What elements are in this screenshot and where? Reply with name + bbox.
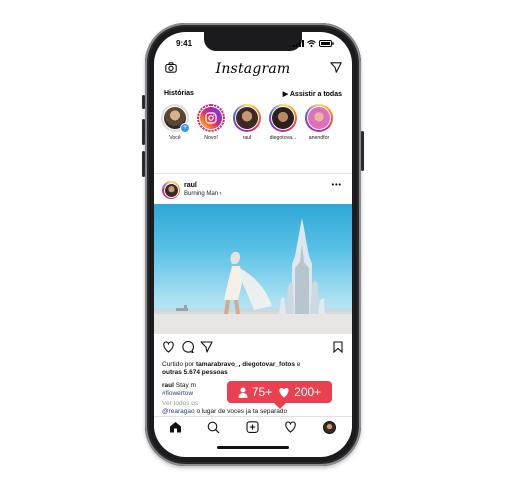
divider: [154, 173, 352, 174]
view-comments-link[interactable]: Ver todos os: [162, 400, 198, 407]
story-anendfor[interactable]: anendfor: [304, 104, 334, 141]
mute-switch: [142, 95, 145, 109]
post-username[interactable]: raul: [184, 182, 197, 189]
story-own[interactable]: + Você: [160, 104, 190, 141]
likes-line: Curtido por tamarabravo_, diegotovar_fot…: [162, 361, 344, 377]
comment-icon[interactable]: [181, 341, 194, 353]
caption-hashtag[interactable]: #flowertow: [162, 390, 193, 397]
wifi-icon: [307, 40, 316, 47]
story-label: diegotova...: [269, 135, 297, 141]
watch-all-link[interactable]: ▶ Assistir a todas: [283, 90, 342, 98]
story-label: raul: [242, 135, 252, 141]
bookmark-icon[interactable]: [333, 341, 343, 353]
more-options-icon[interactable]: •••: [332, 182, 342, 189]
story-instagram[interactable]: Novo!: [196, 104, 226, 141]
burning-man-photo: [154, 218, 352, 334]
home-indicator: [217, 446, 289, 449]
liked-by-prefix: Curtido por: [162, 361, 195, 368]
story-raul[interactable]: raul: [232, 104, 262, 141]
status-time: 9:41: [176, 39, 193, 48]
comment-mention[interactable]: @rearagao: [162, 408, 195, 415]
like-heart-icon[interactable]: [162, 341, 175, 353]
status-bar: 9:41: [154, 32, 352, 54]
power-button: [361, 131, 364, 171]
post-photo[interactable]: [154, 204, 352, 334]
liked-by-connector: e: [296, 361, 301, 368]
heart-icon: [279, 387, 289, 397]
story-label: Novo!: [204, 135, 218, 141]
activity-notification-bubble[interactable]: 75+ 200+: [227, 381, 332, 409]
search-icon[interactable]: [207, 421, 220, 433]
story-label: anendfor: [308, 135, 330, 141]
likes-count-value: 200+: [294, 385, 322, 399]
phone-screen: 9:41 Instagram Histórias ▶ Assistir a to…: [154, 32, 352, 457]
stories-tray: + Você Novo! raul diegotova... anendfor: [160, 104, 334, 141]
followers-count-value: 75+: [251, 385, 273, 399]
story-label: Você: [169, 135, 181, 141]
liked-by-users[interactable]: tamarabravo_, diegotovar_fotos: [196, 361, 295, 368]
share-icon[interactable]: [200, 341, 213, 353]
phone-frame: 9:41 Instagram Histórias ▶ Assistir a to…: [142, 23, 364, 466]
battery-icon: [319, 40, 334, 47]
stories-header: Histórias ▶ Assistir a todas: [154, 90, 352, 100]
signal-icon: [293, 40, 304, 47]
status-icons: [293, 40, 334, 47]
add-post-icon[interactable]: [246, 421, 259, 433]
person-icon: [238, 387, 248, 398]
post-avatar[interactable]: [162, 181, 180, 199]
app-header: Instagram: [154, 56, 352, 82]
post-location[interactable]: Burning Man ›: [184, 191, 222, 197]
volume-up-button: [142, 119, 145, 145]
likes-count: 200+: [278, 385, 321, 399]
story-diegotovar[interactable]: diegotova...: [268, 104, 298, 141]
caption-username[interactable]: raul: [162, 382, 174, 389]
instagram-glyph-icon: [205, 112, 217, 124]
liked-by-others[interactable]: outras 5.674 pessoas: [162, 369, 228, 376]
volume-down-button: [142, 151, 145, 177]
instagram-logo: Instagram: [215, 61, 291, 77]
comment-text: o lugar de voces ja ta separado: [196, 408, 288, 415]
stories-heading: Histórias: [164, 90, 194, 97]
comment-line: @rearagao o lugar de voces ja ta separad…: [162, 408, 344, 416]
post-header: raul Burning Man › •••: [154, 179, 352, 203]
post-actions: [154, 341, 352, 357]
add-story-icon[interactable]: +: [180, 123, 190, 133]
caption-text: Stay m: [175, 382, 196, 389]
paper-plane-icon[interactable]: [330, 62, 342, 73]
followers-count: 75+: [238, 385, 272, 399]
activity-heart-icon[interactable]: [284, 421, 297, 433]
home-icon[interactable]: [169, 421, 182, 433]
bottom-tab-bar: [154, 416, 352, 439]
profile-avatar-icon[interactable]: [323, 421, 336, 434]
